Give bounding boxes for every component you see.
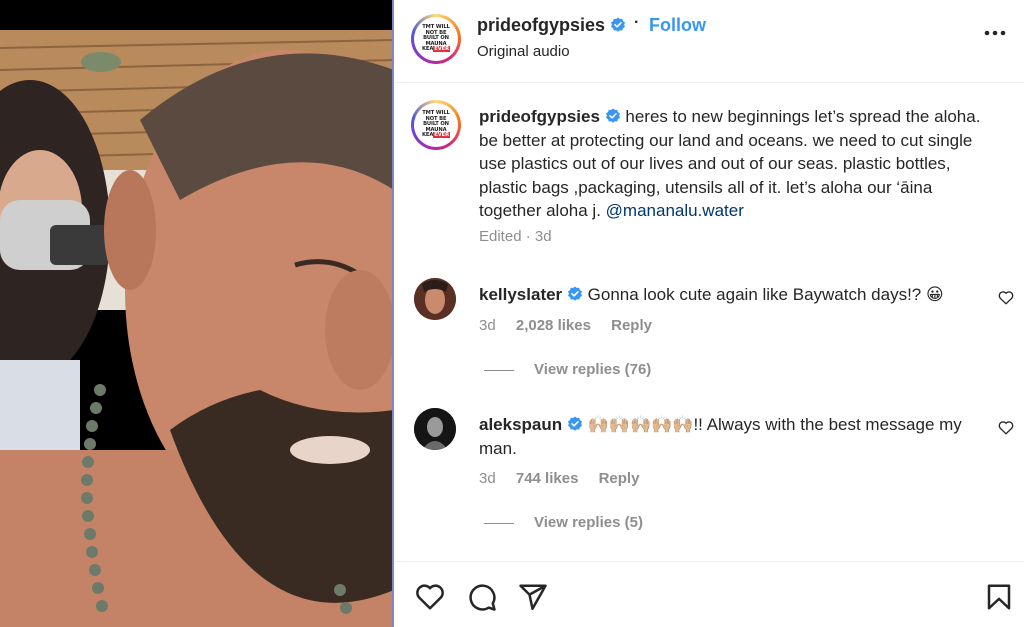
commenter-avatar[interactable]	[414, 278, 456, 320]
share-icon[interactable]	[518, 582, 548, 612]
view-replies-button[interactable]: View replies (5)	[484, 514, 643, 531]
author-username-text[interactable]: prideofgypsies	[477, 15, 605, 35]
comment-body: Gonna look cute again like Baywatch days…	[587, 285, 944, 304]
reply-button[interactable]: Reply	[611, 317, 652, 334]
caption-username[interactable]: prideofgypsies	[479, 107, 600, 126]
commenter-username[interactable]: alekspaun	[479, 415, 562, 434]
avatar-inner: TMT WILL NOT BE BUILT ON MAUNA KEAEVER	[414, 103, 458, 147]
heart-icon[interactable]	[998, 290, 1014, 305]
media-letterbox	[0, 0, 394, 30]
author-avatar[interactable]: TMT WILL NOT BE BUILT ON MAUNA KEAEVER	[411, 14, 461, 64]
avatar-ever-badge: EVER	[433, 132, 450, 139]
verified-badge-icon	[605, 108, 620, 123]
reply-button[interactable]: Reply	[599, 470, 640, 487]
post-panel: TMT WILL NOT BE BUILT ON MAUNA KEAEVER p…	[394, 0, 1024, 627]
comment-text: kellyslater Gonna look cute again like B…	[479, 283, 979, 307]
follow-button[interactable]: Follow	[649, 15, 706, 36]
avatar-logo-text: TMT WILL NOT BE BUILT ON MAUNA KEAEVER	[422, 110, 450, 139]
heart-icon[interactable]	[415, 582, 445, 612]
comment-age[interactable]: 3d	[479, 470, 496, 487]
action-bar	[394, 561, 1024, 627]
avatar-inner: TMT WILL NOT BE BUILT ON MAUNA KEAEVER	[414, 17, 458, 61]
edited-label: Edited	[479, 228, 522, 245]
commenter-avatar-image	[414, 408, 456, 450]
commenter-username[interactable]: kellyslater	[479, 285, 562, 304]
comment-likes[interactable]: 2,028 likes	[516, 317, 591, 334]
comment-age[interactable]: 3d	[479, 317, 496, 334]
comment-meta: 3d 2,028 likes Reply	[479, 317, 668, 334]
commenter-avatar[interactable]	[414, 408, 456, 450]
post-header: TMT WILL NOT BE BUILT ON MAUNA KEAEVER p…	[394, 0, 1024, 83]
post-media[interactable]	[0, 0, 394, 627]
avatar-line-kea: KEA	[422, 46, 434, 53]
view-replies-label: View replies (5)	[534, 514, 643, 531]
bookmark-icon[interactable]	[984, 582, 1014, 612]
header-separator: ·	[634, 14, 640, 31]
avatar-line-kea: KEA	[422, 132, 434, 139]
commenter-avatar-image	[414, 278, 456, 320]
verified-badge-icon	[567, 286, 582, 301]
caption-avatar[interactable]: TMT WILL NOT BE BUILT ON MAUNA KEAEVER	[411, 100, 461, 150]
verified-badge-icon	[567, 416, 582, 431]
view-replies-label: View replies (76)	[534, 361, 652, 378]
caption-text: prideofgypsies heres to new beginnings l…	[479, 105, 999, 223]
author-username[interactable]: prideofgypsies	[477, 15, 626, 36]
original-audio-link[interactable]: Original audio	[477, 43, 570, 60]
caption-meta: Edited · 3d	[479, 228, 552, 245]
avatar-line: KEAEVER	[422, 132, 450, 139]
avatar-logo-text: TMT WILL NOT BE BUILT ON MAUNA KEAEVER	[422, 24, 450, 53]
heart-icon[interactable]	[998, 420, 1014, 435]
post-age[interactable]: 3d	[535, 228, 552, 245]
meta-separator: ·	[525, 228, 531, 245]
post-photo	[0, 30, 394, 627]
replies-line	[484, 522, 514, 524]
comment-likes[interactable]: 744 likes	[516, 470, 579, 487]
comment-meta: 3d 744 likes Reply	[479, 470, 655, 487]
more-options-icon[interactable]	[984, 30, 1006, 36]
avatar-ever-badge: EVER	[433, 46, 450, 53]
avatar-line: KEAEVER	[422, 46, 450, 53]
comment-text: alekspaun 🙌🏼🙌🏼🙌🏼🙌🏼🙌🏼!! Always with the b…	[479, 413, 979, 460]
replies-line	[484, 369, 514, 371]
view-replies-button[interactable]: View replies (76)	[484, 361, 651, 378]
verified-badge-icon	[611, 17, 626, 32]
caption-mention-link[interactable]: @mananalu.water	[606, 201, 744, 220]
comment-icon[interactable]	[467, 582, 497, 612]
